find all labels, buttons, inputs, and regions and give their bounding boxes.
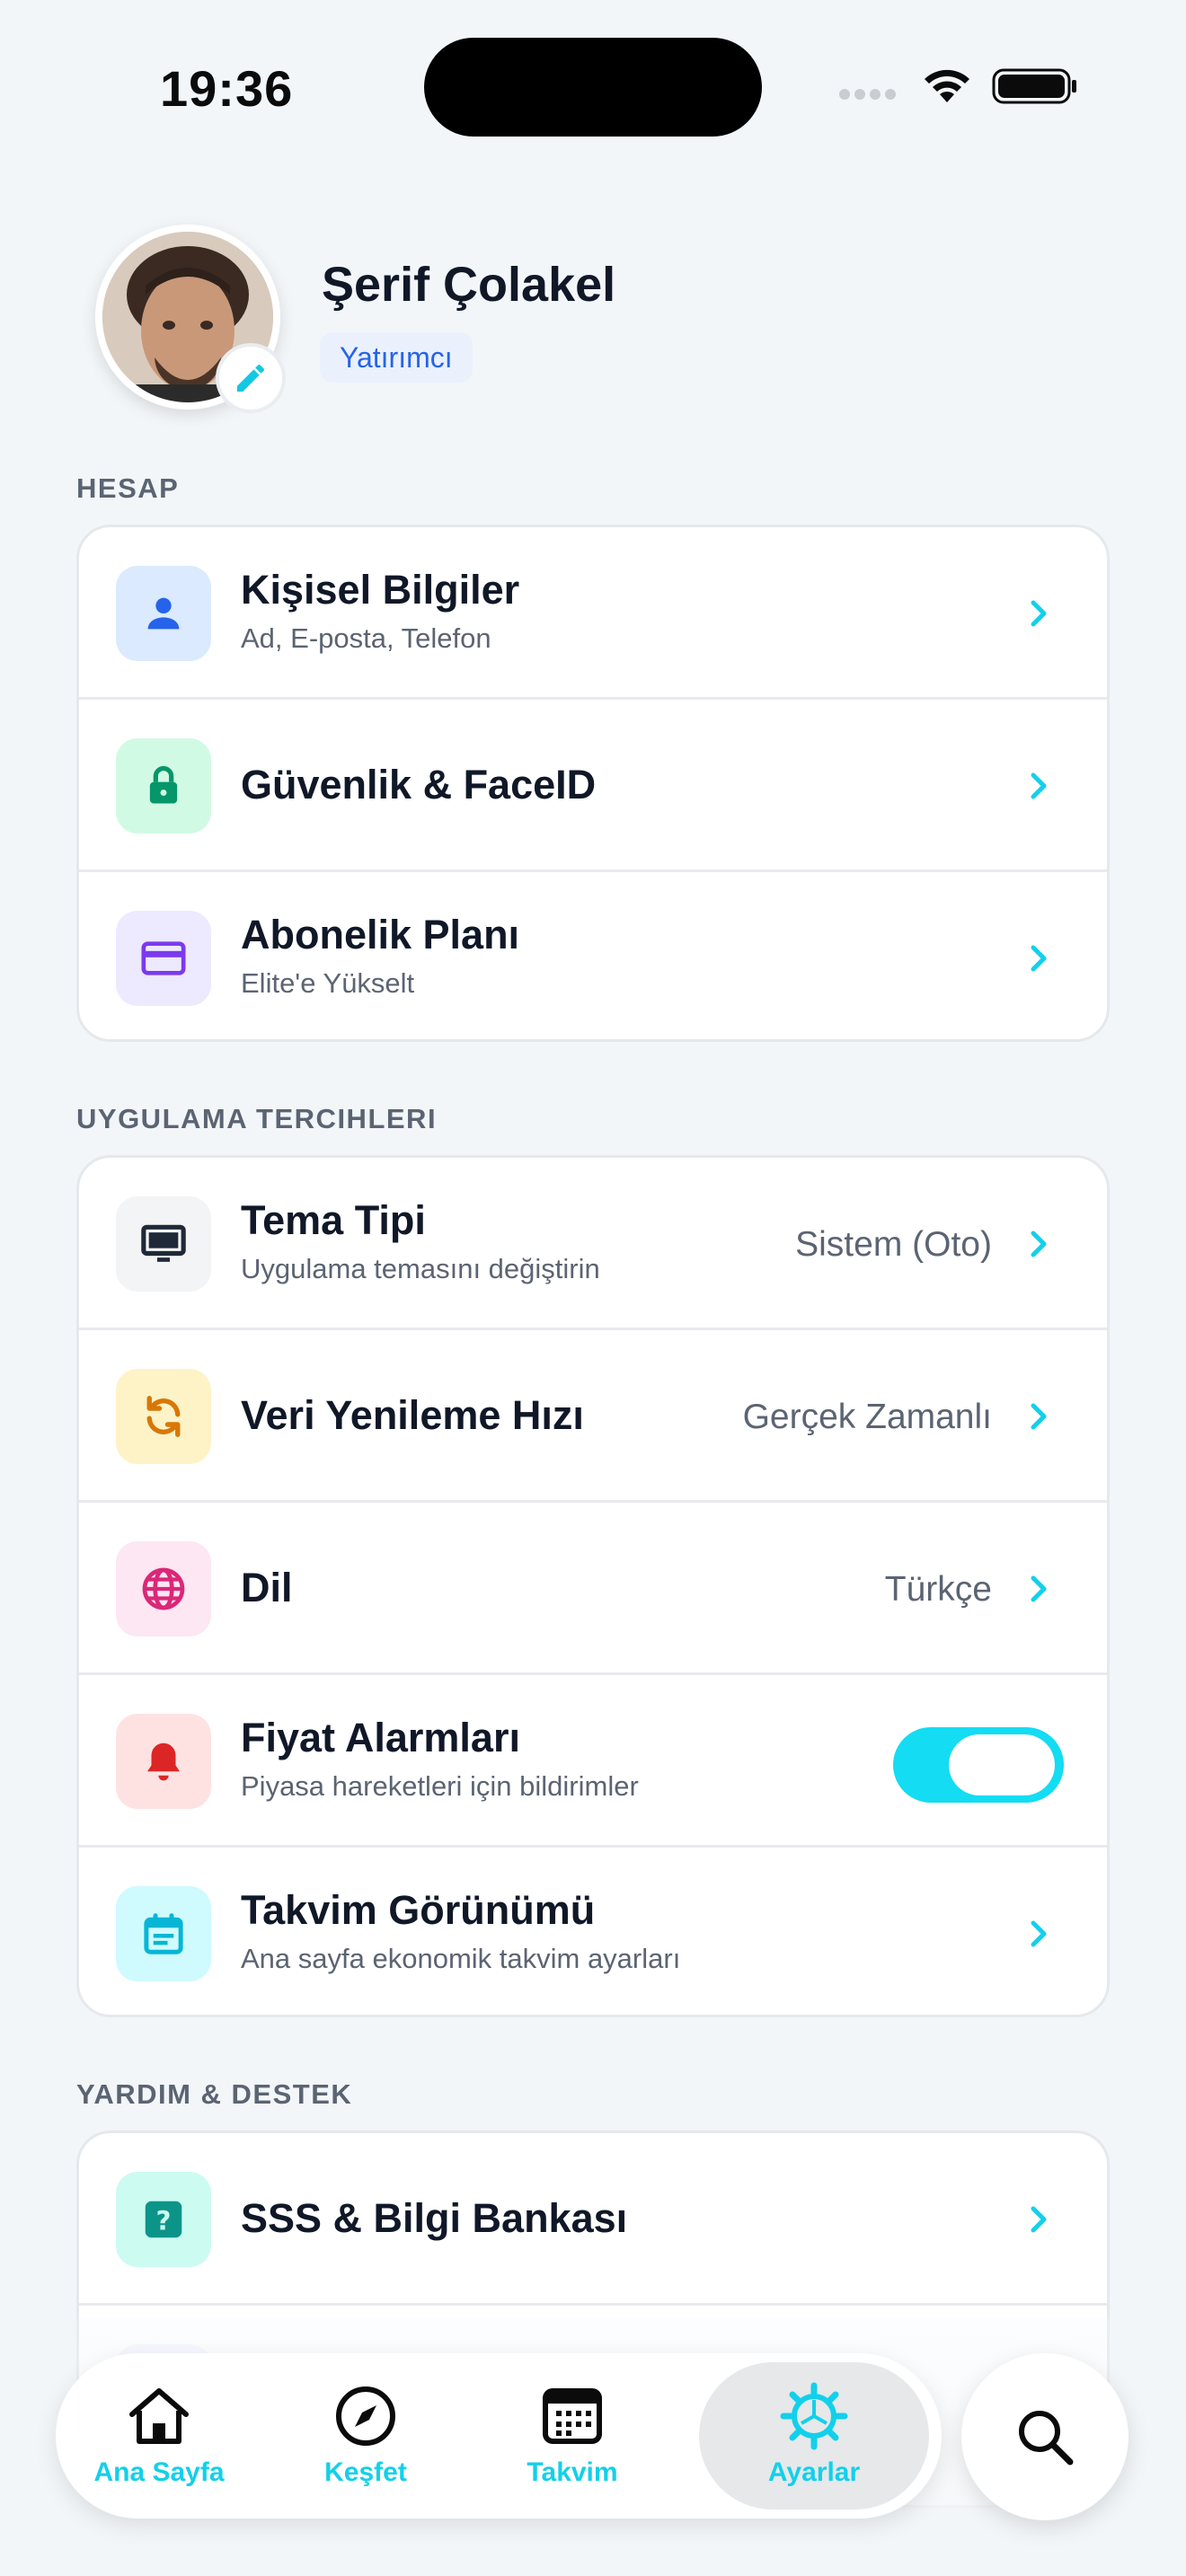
row-subtitle: Piyasa hareketleri için bildirimler [241,1770,639,1802]
status-bar: 19:36 [0,0,1186,171]
settings-row-subscription[interactable]: Abonelik Planı Elite'e Yükselt [79,872,1107,1039]
chevron-right-icon [1031,2206,1047,2233]
search-icon [1019,2411,1074,2466]
tab-settings[interactable]: Ayarlar [699,2362,929,2510]
question-icon: ? [116,2172,211,2267]
settings-row-faq[interactable]: ? SSS & Bilgi Bankası [79,2133,1107,2306]
tab-label: Ana Sayfa [93,2457,225,2487]
settings-row-personal-info[interactable]: Kişisel Bilgiler Ad, E-posta, Telefon [79,527,1107,700]
row-title: Güvenlik & FaceID [241,762,597,807]
row-value: Gerçek Zamanlı [742,1398,992,1436]
settings-row-refresh-rate[interactable]: Veri Yenileme Hızı Gerçek Zamanlı [79,1330,1107,1503]
globe-icon [116,1541,211,1636]
battery-icon [992,68,1076,104]
section-title-support: YARDIM & DESTEK [76,2078,353,2110]
settings-row-language[interactable]: Dil Türkçe [79,1503,1107,1675]
lock-icon [116,738,211,834]
row-subtitle: Ana sayfa ekonomik takvim ayarları [241,1943,681,1974]
row-title: Kişisel Bilgiler [241,567,520,613]
cellular-signal-icon [839,88,902,102]
settings-row-calendar-view[interactable]: Takvim Görünümü Ana sayfa ekonomik takvi… [79,1848,1107,2015]
toggle-knob [949,1734,1055,1795]
preferences-card: Tema Tipi Uygulama temasını değiştirin S… [76,1155,1110,2017]
credit-card-icon [116,911,211,1006]
edit-avatar-button[interactable] [216,343,286,413]
row-subtitle: Uygulama temasını değiştirin [241,1253,600,1284]
gear-icon [780,2382,848,2450]
tab-explore[interactable]: Keşfet [262,2353,469,2519]
tab-label: Takvim [527,2457,618,2487]
settings-row-security[interactable]: Güvenlik & FaceID [79,700,1107,872]
row-title: Dil [241,1565,293,1610]
compass-icon [336,2386,395,2446]
row-title: Fiyat Alarmları [241,1715,520,1760]
section-title-preferences: UYGULAMA TERCIHLERI [76,1103,438,1134]
settings-row-price-alerts: Fiyat Alarmları Piyasa hareketleri için … [79,1675,1107,1848]
chevron-right-icon [1031,600,1047,627]
bell-icon [116,1714,211,1809]
row-title: Veri Yenileme Hızı [241,1392,584,1438]
settings-row-theme[interactable]: Tema Tipi Uygulama temasını değiştirin S… [79,1158,1107,1330]
chevron-right-icon [1031,772,1047,799]
row-title: Abonelik Planı [241,912,520,957]
price-alerts-toggle[interactable] [893,1727,1064,1803]
pencil-icon [237,364,265,392]
tab-label: Keşfet [324,2457,407,2487]
tab-label: Ayarlar [767,2457,861,2487]
row-value: Türkçe [884,1570,992,1609]
home-icon [129,2388,189,2444]
chevron-right-icon [1031,1575,1047,1602]
wifi-icon [925,69,969,102]
refresh-icon [116,1369,211,1464]
profile-header: Şerif Çolakel Yatırımcı [95,225,1084,413]
chevron-right-icon [1031,1920,1047,1947]
account-card: Kişisel Bilgiler Ad, E-posta, Telefon Gü… [76,525,1110,1042]
role-badge: Yatırımcı [320,332,473,383]
row-title: SSS & Bilgi Bankası [241,2195,628,2241]
tab-home[interactable]: Ana Sayfa [56,2353,262,2519]
row-value: Sistem (Oto) [795,1225,992,1264]
person-icon [116,566,211,661]
profile-name: Şerif Çolakel [322,258,616,312]
row-subtitle: Elite'e Yükselt [241,967,415,999]
calendar-icon [116,1886,211,1981]
calendar-icon [543,2388,602,2444]
svg-text:?: ? [156,2205,172,2236]
row-title: Tema Tipi [241,1197,426,1243]
row-title: Takvim Görünümü [241,1887,596,1933]
status-time: 19:36 [160,60,294,117]
bottom-tab-bar: Ana Sayfa Keşfet Takvim Ayarlar [56,2353,942,2519]
chevron-right-icon [1031,1403,1047,1430]
search-button[interactable] [961,2353,1128,2520]
chevron-right-icon [1031,1231,1047,1257]
avatar-frame[interactable] [95,225,286,413]
dynamic-island [424,38,762,137]
tab-calendar[interactable]: Takvim [469,2353,676,2519]
chevron-right-icon [1031,945,1047,972]
row-subtitle: Ad, E-posta, Telefon [241,622,491,654]
section-title-account: HESAP [76,472,180,504]
monitor-icon [116,1196,211,1292]
